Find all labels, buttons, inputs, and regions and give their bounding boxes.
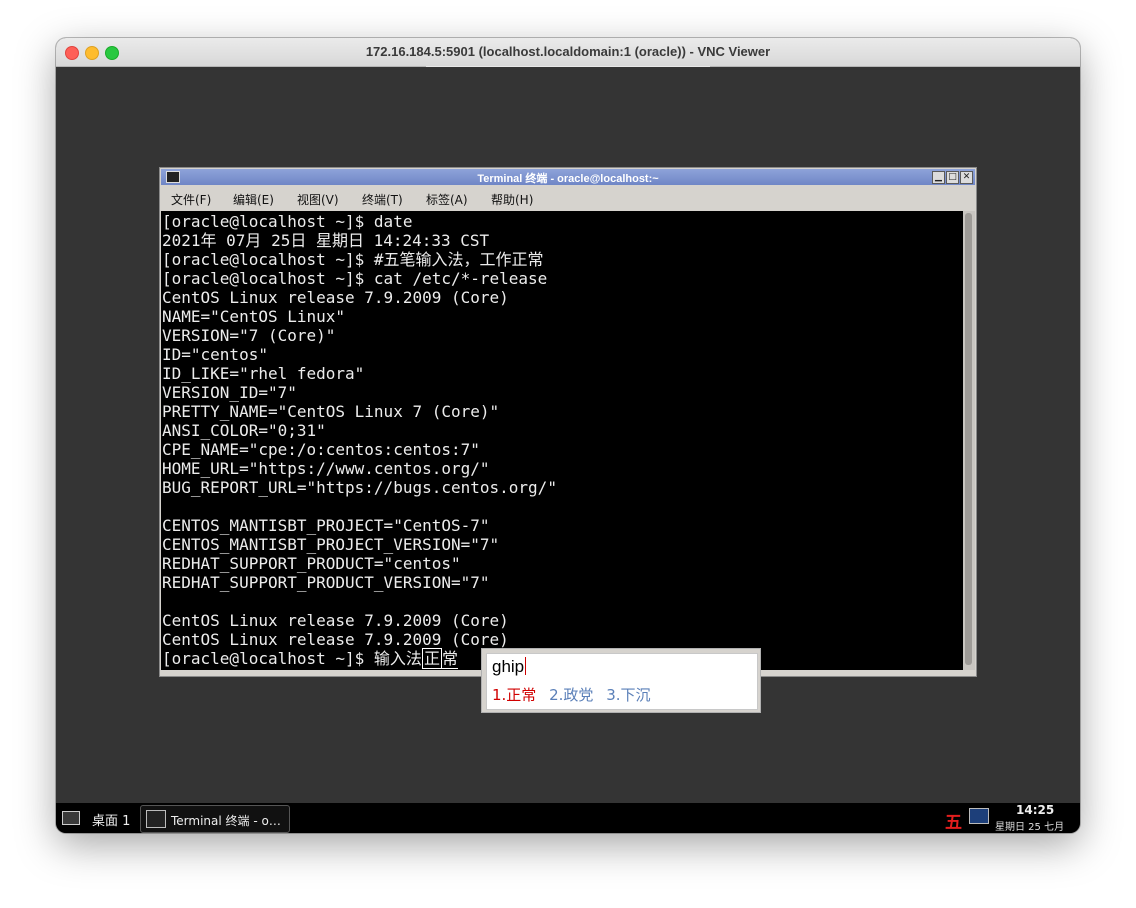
ime-indicator[interactable]: 五 (945, 808, 962, 833)
terminal-line: ID_LIKE="rhel fedora" (162, 364, 365, 383)
ime-preedit-selected: 正 (421, 648, 442, 669)
terminal-line: ANSI_COLOR="0;31" (162, 421, 326, 440)
terminal-line: BUG_REPORT_URL="https://bugs.centos.org/… (162, 478, 557, 497)
terminal-line: CENTOS_MANTISBT_PROJECT="CentOS-7" (162, 516, 490, 535)
terminal-screen[interactable]: [oracle@localhost ~]$ date 2021年 07月 25日 … (161, 211, 963, 670)
menu-help[interactable]: 帮助(H) (491, 191, 533, 208)
terminal-line: HOME_URL="https://www.centos.org/" (162, 459, 490, 478)
ime-code-text: ghip (492, 657, 525, 676)
vnc-viewer-window: 172.16.184.5:5901 (localhost.localdomain… (56, 38, 1080, 833)
terminal-line: 2021年 07月 25日 星期日 14:24:33 CST (162, 231, 490, 250)
terminal-line: PRETTY_NAME="CentOS Linux 7 (Core)" (162, 402, 500, 421)
terminal-line: ID="centos" (162, 345, 268, 364)
menu-file[interactable]: 文件(F) (171, 191, 211, 208)
terminal-output: [oracle@localhost ~]$ date 2021年 07月 25日 … (162, 212, 557, 669)
ime-input-code: ghip (492, 657, 527, 677)
clock-date: 星期日 25 七月 (995, 822, 1065, 833)
terminal-line: CENTOS_MANTISBT_PROJECT_VERSION="7" (162, 535, 500, 554)
ime-candidate-window: ghip 1.正常 2.政党 3.下沉 (481, 648, 761, 713)
menu-tabs[interactable]: 标签(A) (426, 191, 468, 208)
vnc-titlebar[interactable]: 172.16.184.5:5901 (localhost.localdomain… (56, 38, 1080, 67)
terminal-line: VERSION="7 (Core)" (162, 326, 336, 345)
ime-candidate-1[interactable]: 1.正常 (492, 686, 536, 704)
ime-panel: ghip 1.正常 2.政党 3.下沉 (486, 653, 758, 710)
terminal-icon (146, 810, 166, 828)
remote-desktop: Terminal 终端 - oracle@localhost:~ ▁ □ ✕ 文… (56, 67, 1080, 803)
ime-candidate-2[interactable]: 2.政党 (549, 686, 593, 704)
terminal-close-button[interactable]: ✕ (960, 171, 973, 184)
terminal-line: [oracle@localhost ~]$ cat /etc/*-release (162, 269, 548, 288)
terminal-window: Terminal 终端 - oracle@localhost:~ ▁ □ ✕ 文… (159, 167, 977, 677)
clock-time[interactable]: 14:25 (1016, 803, 1054, 817)
terminal-line: VERSION_ID="7" (162, 383, 297, 402)
terminal-maximize-button[interactable]: □ (946, 171, 959, 184)
ime-candidate-3[interactable]: 3.下沉 (606, 686, 650, 704)
ime-preedit-rest: 常 (441, 649, 458, 669)
terminal-line: REDHAT_SUPPORT_PRODUCT_VERSION="7" (162, 573, 490, 592)
prompt-text: [oracle@localhost ~]$ 输入法 (162, 649, 422, 668)
menu-view[interactable]: 视图(V) (297, 191, 339, 208)
menu-edit[interactable]: 编辑(E) (233, 191, 274, 208)
scrollbar-thumb[interactable] (965, 213, 972, 665)
terminal-scrollbar[interactable] (963, 211, 975, 670)
terminal-line: [oracle@localhost ~]$ date (162, 212, 413, 231)
terminal-line: CentOS Linux release 7.9.2009 (Core) (162, 611, 509, 630)
taskbar-terminal-label: Terminal 终端 - o… (171, 814, 281, 828)
terminal-menubar: 文件(F) 编辑(E) 视图(V) 终端(T) 标签(A) 帮助(H) (161, 186, 975, 210)
terminal-line: CPE_NAME="cpe:/o:centos:centos:7" (162, 440, 480, 459)
ime-caret (525, 657, 527, 675)
terminal-line: CentOS Linux release 7.9.2009 (Core) (162, 630, 509, 649)
terminal-line: [oracle@localhost ~]$ #五笔输入法，工作正常 (162, 250, 544, 269)
taskbar: 桌面 1 Terminal 终端 - o… 五 14:25 星期日 25 七月 (56, 803, 1080, 833)
taskbar-terminal-button[interactable]: Terminal 终端 - o… (140, 805, 290, 833)
workspace-label[interactable]: 桌面 1 (92, 810, 130, 829)
terminal-title: Terminal 终端 - oracle@localhost:~ (477, 173, 659, 185)
window-title: 172.16.184.5:5901 (localhost.localdomain… (365, 44, 771, 59)
terminal-line: NAME="CentOS Linux" (162, 307, 346, 326)
terminal-line: REDHAT_SUPPORT_PRODUCT="centos" (162, 554, 461, 573)
terminal-minimize-button[interactable]: ▁ (932, 171, 945, 184)
network-icon[interactable] (969, 808, 989, 824)
menu-terminal[interactable]: 终端(T) (362, 191, 403, 208)
start-menu-icon[interactable] (62, 811, 80, 825)
terminal-line: CentOS Linux release 7.9.2009 (Core) (162, 288, 509, 307)
terminal-titlebar[interactable]: Terminal 终端 - oracle@localhost:~ ▁ □ ✕ (161, 169, 975, 185)
ime-candidate-list: 1.正常 2.政党 3.下沉 (492, 684, 659, 705)
